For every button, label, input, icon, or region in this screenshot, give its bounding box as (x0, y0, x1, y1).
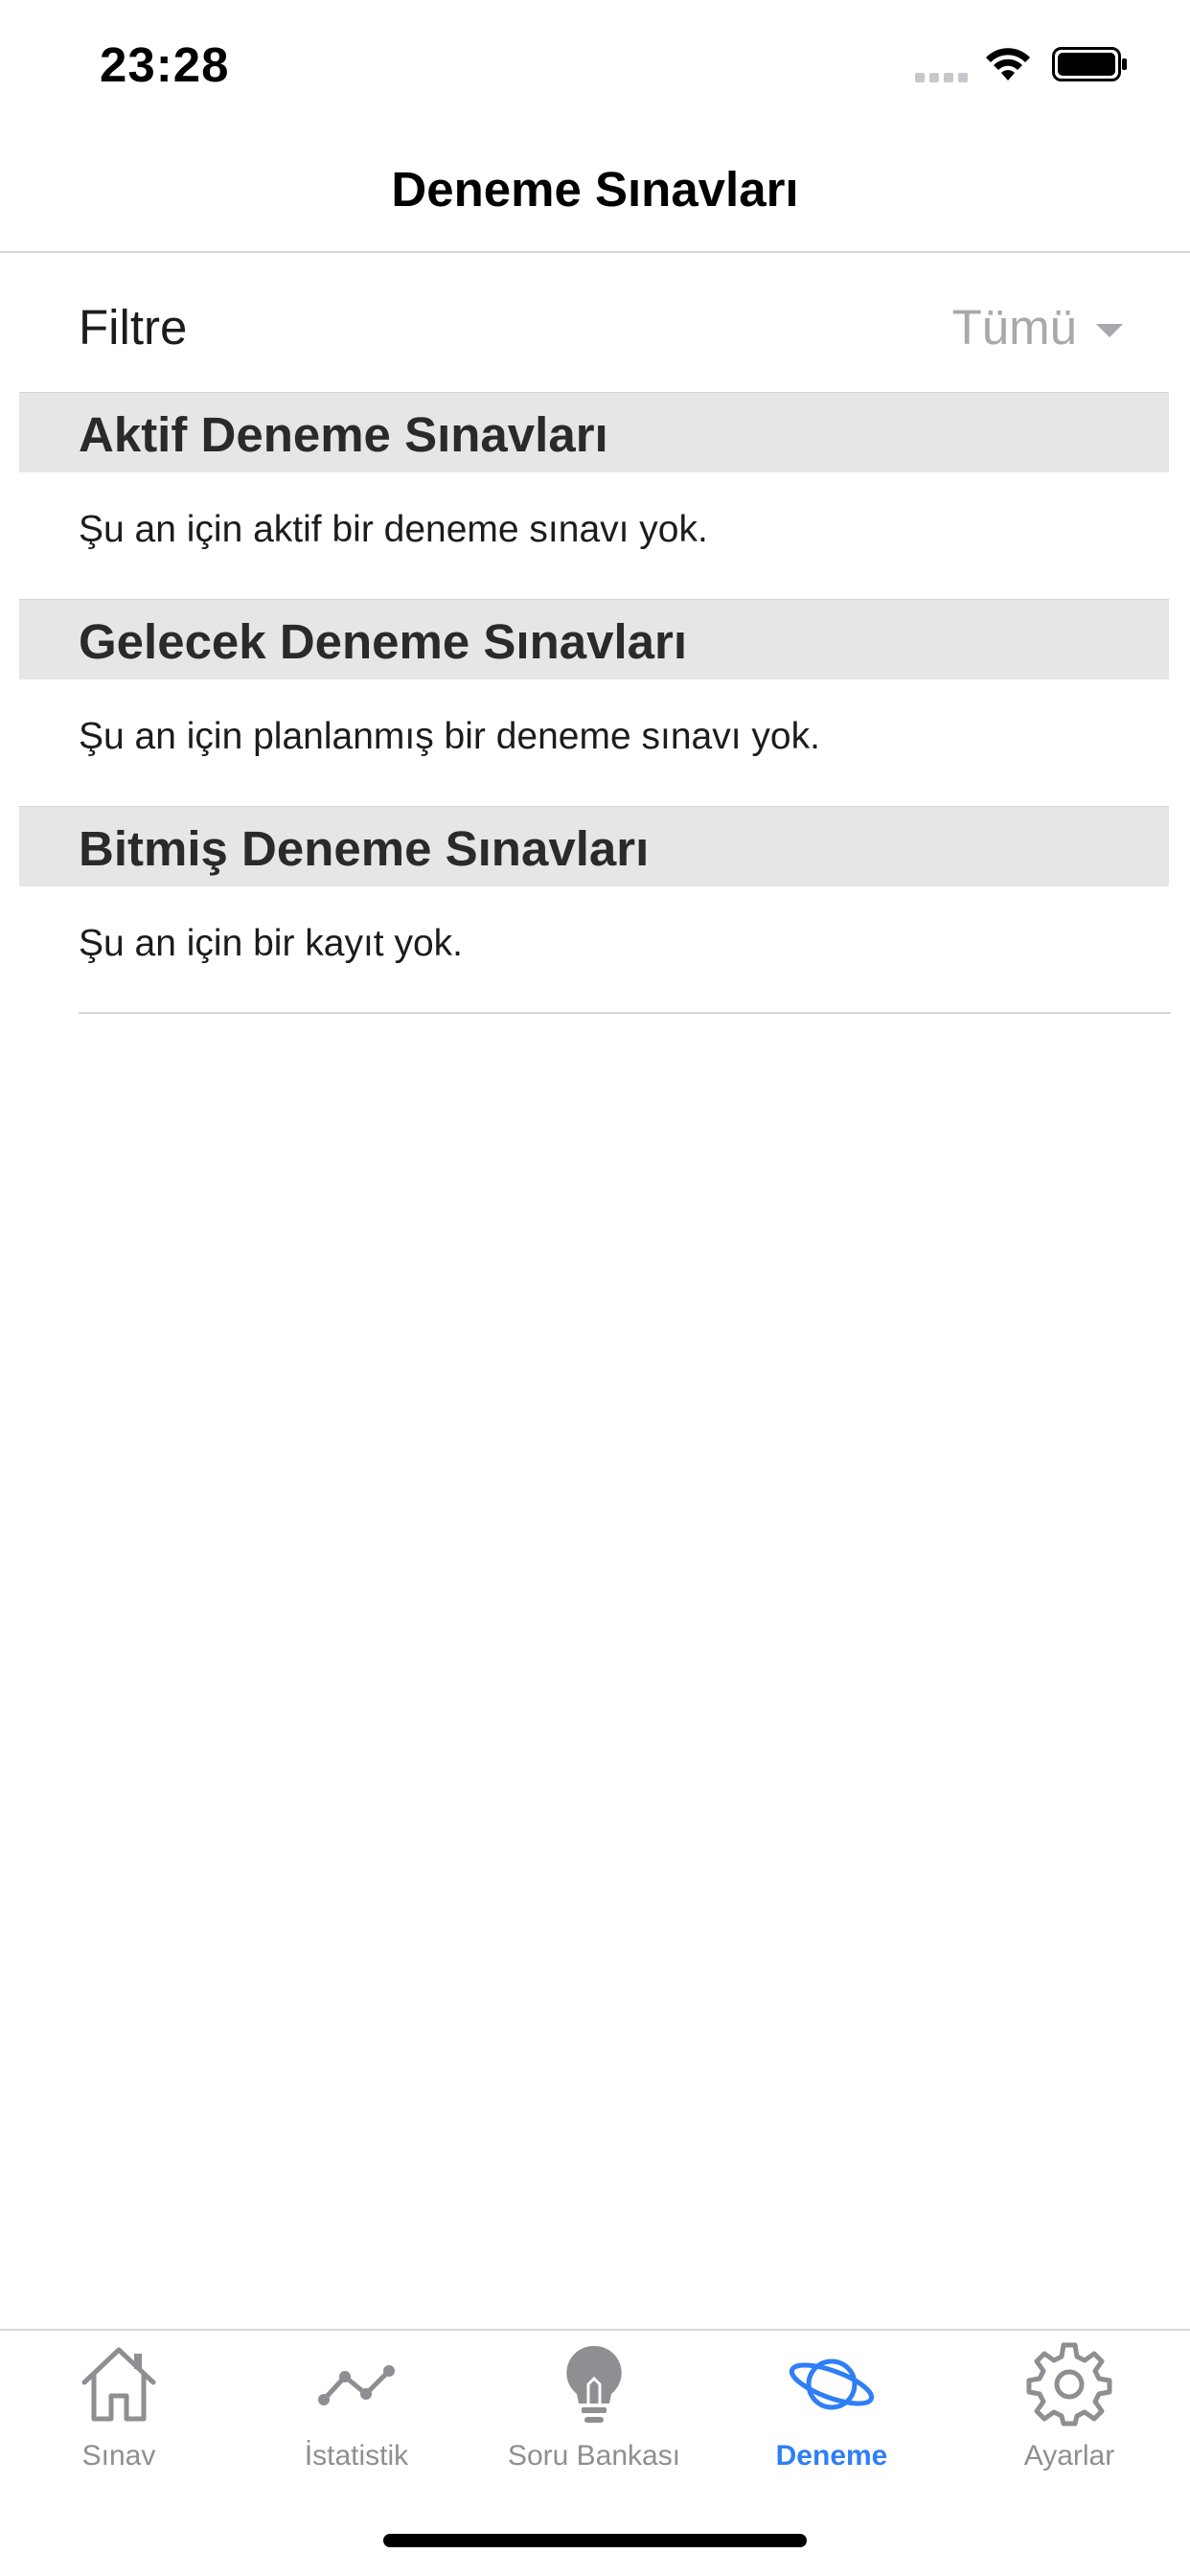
divider (79, 1012, 1171, 1014)
section-body-upcoming: Şu an için planlanmış bir deneme sınavı … (79, 679, 1171, 806)
filter-row: Filtre Tümü (0, 253, 1190, 392)
section-header-upcoming: Gelecek Deneme Sınavları (19, 599, 1169, 679)
tab-istatistik[interactable]: İstatistik (238, 2340, 475, 2503)
navigation-bar: Deneme Sınavları (0, 126, 1190, 253)
tab-sinav[interactable]: Sınav (0, 2340, 238, 2503)
page-title: Deneme Sınavları (391, 162, 799, 217)
section-title: Aktif Deneme Sınavları (79, 407, 608, 462)
home-indicator (383, 2534, 807, 2547)
empty-state-text: Şu an için aktif bir deneme sınavı yok. (79, 509, 708, 550)
tab-soru-bankasi[interactable]: Soru Bankası (475, 2340, 713, 2503)
empty-state-text: Şu an için bir kayıt yok. (79, 923, 464, 964)
gear-icon (1026, 2342, 1112, 2426)
tab-label: Ayarlar (1023, 2440, 1115, 2472)
status-time: 23:28 (100, 37, 230, 92)
house-icon (81, 2347, 156, 2422)
filter-selected-value: Tümü (951, 300, 1077, 355)
empty-state-text: Şu an için planlanmış bir deneme sınavı … (79, 716, 820, 757)
section-body-active: Şu an için aktif bir deneme sınavı yok. (79, 472, 1171, 599)
planet-icon (789, 2358, 875, 2410)
tab-label: Soru Bankası (507, 2440, 681, 2472)
cellular-signal-icon (915, 73, 968, 82)
section-title: Bitmiş Deneme Sınavları (79, 821, 650, 876)
tab-ayarlar[interactable]: Ayarlar (950, 2340, 1188, 2503)
section-header-finished: Bitmiş Deneme Sınavları (19, 806, 1169, 886)
section-title: Gelecek Deneme Sınavları (79, 614, 688, 669)
status-bar: 23:28 (0, 0, 1190, 126)
filter-label: Filtre (79, 300, 188, 355)
chart-line-icon (318, 2365, 395, 2405)
wifi-icon (986, 48, 1030, 80)
tab-label: İstatistik (304, 2440, 409, 2472)
tab-label: Sınav (81, 2440, 156, 2472)
section-body-finished: Şu an için bir kayıt yok. (79, 886, 1171, 1013)
section-header-active: Aktif Deneme Sınavları (19, 392, 1169, 472)
tab-deneme[interactable]: Deneme (713, 2340, 950, 2503)
lightbulb-icon (566, 2345, 622, 2423)
screen: 23:28 Deneme Sınavları Filtre Tümü Aktif… (0, 0, 1190, 2576)
filter-dropdown[interactable]: Tümü (952, 299, 1123, 356)
battery-icon (1052, 47, 1127, 81)
tab-label: Deneme (775, 2440, 888, 2472)
caret-down-icon (1096, 323, 1123, 337)
